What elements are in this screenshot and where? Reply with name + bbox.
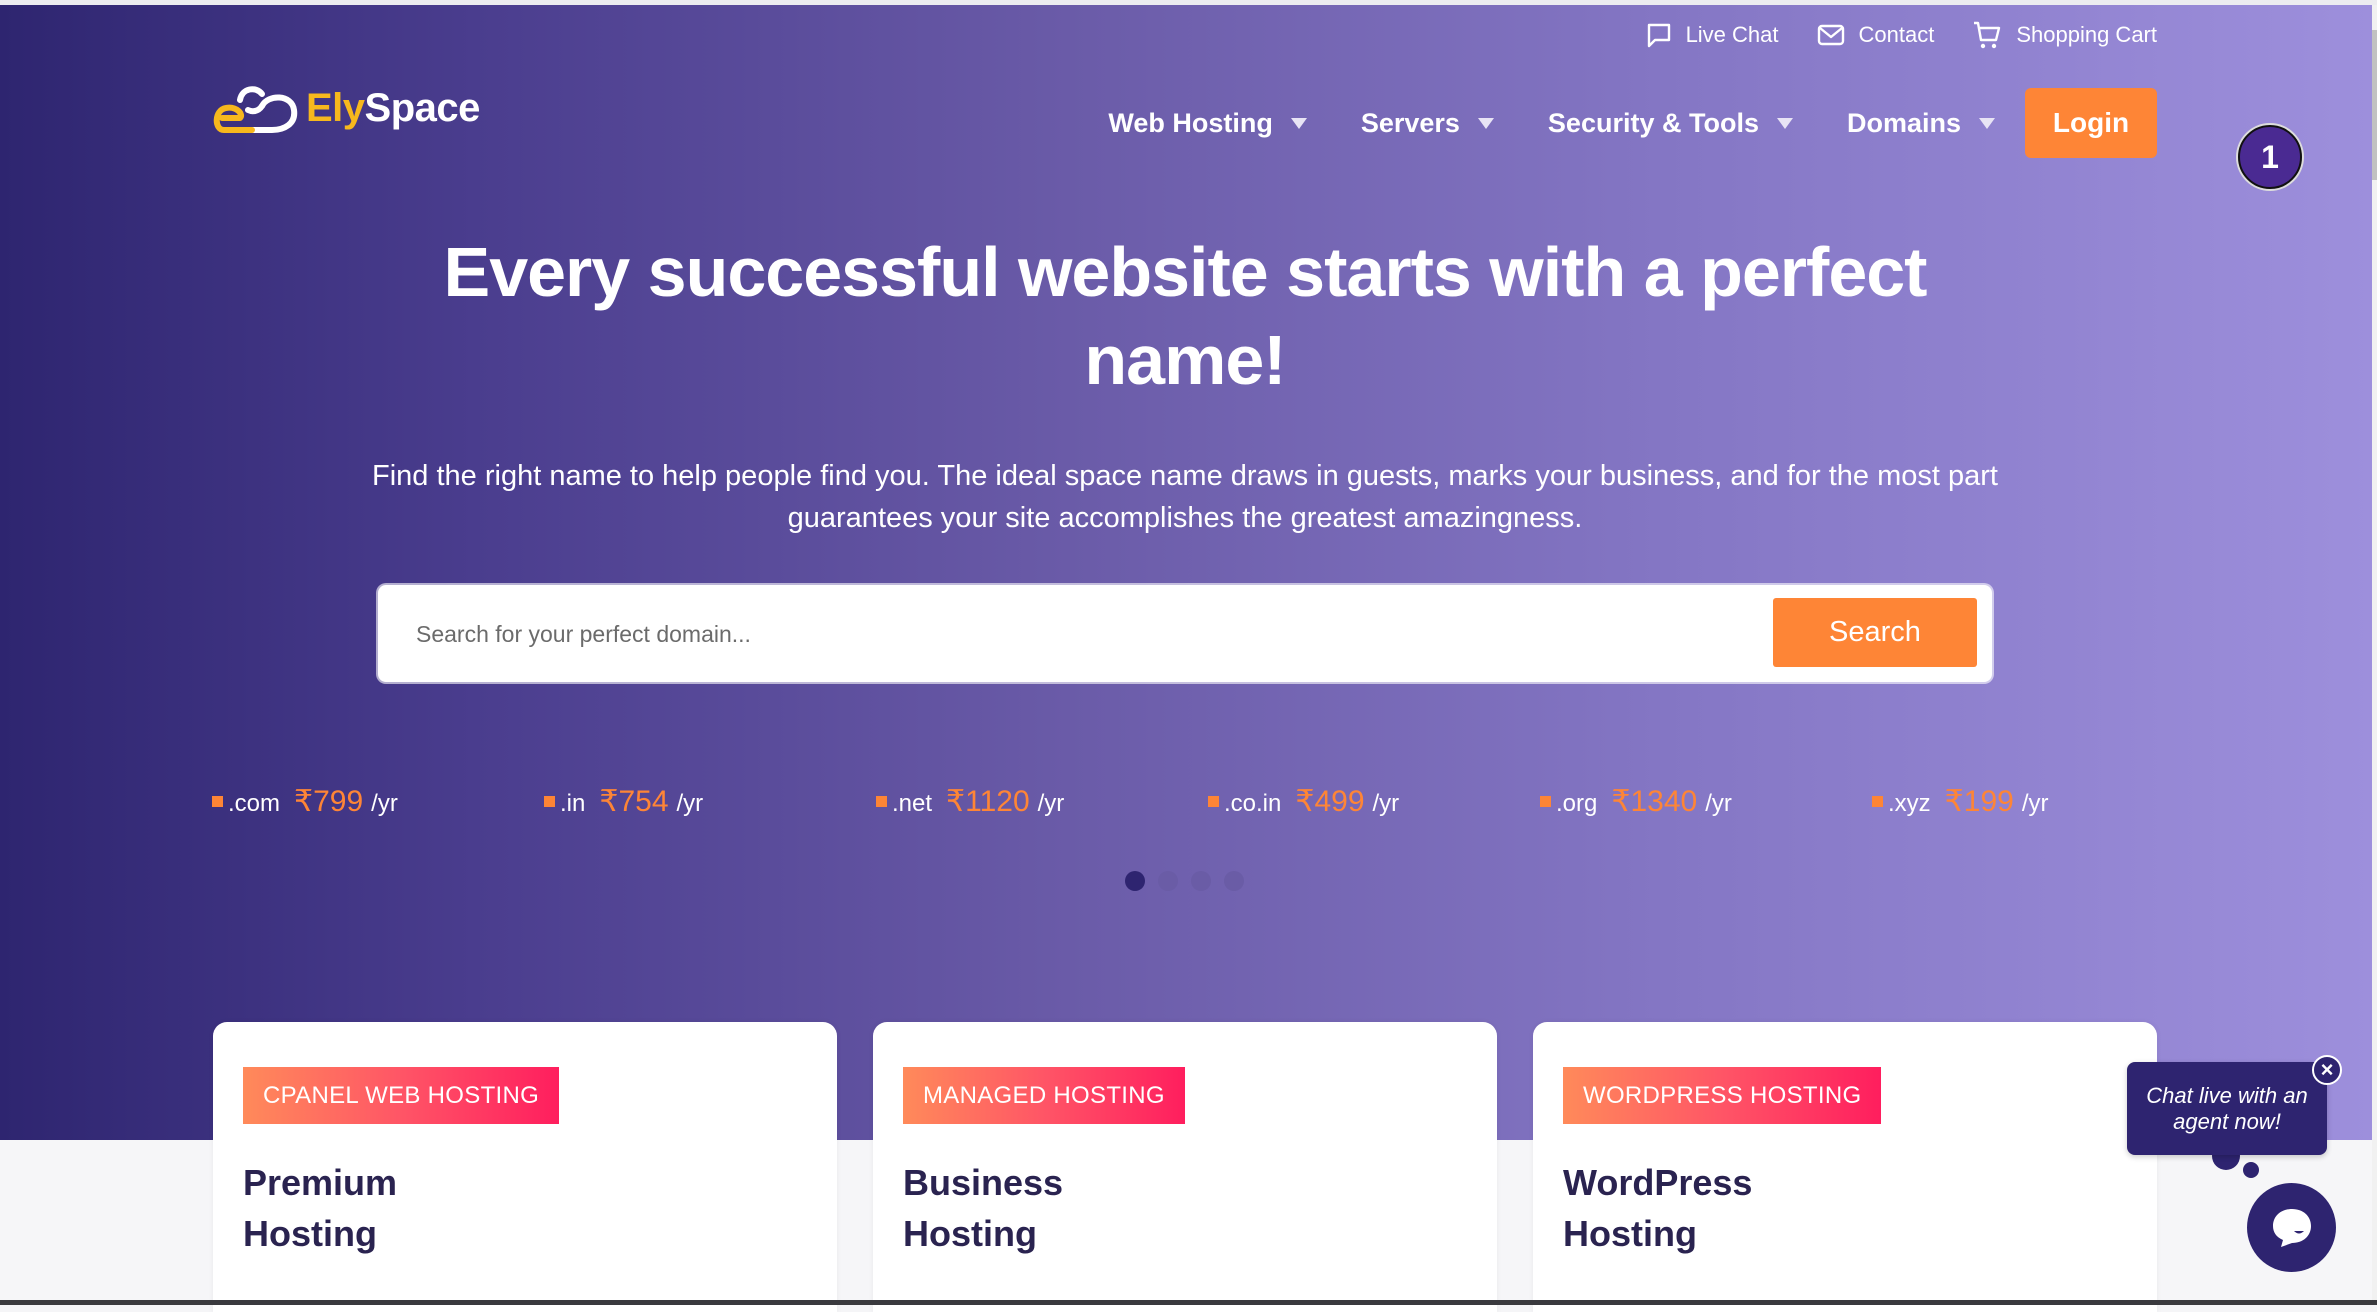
- hosting-card-premium[interactable]: CPANEL WEB HOSTING Premium Hosting: [213, 1022, 837, 1312]
- card-category-tag: CPANEL WEB HOSTING: [243, 1067, 560, 1124]
- nav-web-hosting-label: Web Hosting: [1108, 107, 1273, 138]
- hosting-card-wordpress[interactable]: WORDPRESS HOSTING WordPress Hosting: [1533, 1022, 2157, 1312]
- nav-domains-label: Domains: [1846, 107, 1961, 138]
- nav-servers-label: Servers: [1360, 107, 1460, 138]
- domain-ext: .net: [892, 790, 933, 817]
- bullet-square-icon: [544, 796, 555, 807]
- domain-price: ₹799: [294, 785, 364, 818]
- live-chat-label: Live Chat: [1685, 22, 1779, 47]
- domain-price-item[interactable]: .com ₹799 /yr: [212, 784, 544, 819]
- live-chat-link[interactable]: Live Chat: [1646, 22, 1779, 48]
- logo-text-ely: Ely: [306, 85, 365, 130]
- domain-period: /yr: [1037, 790, 1065, 817]
- domain-period: /yr: [1705, 790, 1732, 817]
- chat-smile-icon: [2272, 1208, 2311, 1247]
- contact-label: Contact: [1858, 22, 1935, 47]
- caret-down-icon: [1776, 117, 1793, 129]
- domain-price: ₹199: [1944, 785, 2014, 818]
- nav-security-tools[interactable]: Security & Tools: [1548, 108, 1793, 139]
- cloud-logo-icon: [213, 86, 298, 133]
- bullet-square-icon: [1208, 796, 1219, 807]
- cart-icon: [1974, 21, 2001, 49]
- domain-ext: .co.in: [1224, 790, 1282, 817]
- contact-link[interactable]: Contact: [1817, 22, 1935, 48]
- domain-price-item[interactable]: .xyz ₹199 /yr: [1872, 784, 2204, 819]
- domain-price-item[interactable]: .in ₹754 /yr: [544, 784, 876, 819]
- card-category-tag: MANAGED HOSTING: [903, 1067, 1185, 1124]
- chat-bubble-tail: [2243, 1162, 2259, 1178]
- carousel-dot[interactable]: [1158, 871, 1178, 891]
- domain-price-item[interactable]: .co.in ₹499 /yr: [1208, 784, 1540, 819]
- chat-invite-bubble[interactable]: Chat live with an agent now!: [2127, 1062, 2327, 1155]
- page-scrollbar[interactable]: [2372, 5, 2377, 1300]
- logo-text-space: Space: [364, 85, 481, 130]
- hero-subtitle: Find the right name to help people find …: [372, 460, 1998, 534]
- card-title: Business Hosting: [903, 1162, 1064, 1254]
- carousel-dot[interactable]: [1125, 871, 1145, 891]
- nav-security-tools-label: Security & Tools: [1547, 107, 1759, 138]
- logo-text: ElySpace: [306, 86, 480, 131]
- elyspace-logo[interactable]: ElySpace: [212, 80, 480, 136]
- bullet-square-icon: [876, 796, 887, 807]
- hero-section: [0, 5, 2372, 1140]
- bullet-square-icon: [1540, 796, 1551, 807]
- close-icon[interactable]: ×: [2312, 1055, 2342, 1085]
- hero-title: Every successful website starts with a p…: [443, 233, 1928, 399]
- carousel-dot[interactable]: [1224, 871, 1244, 891]
- bullet-square-icon: [212, 796, 223, 807]
- main-nav: Web Hosting Servers Security & Tools Dom…: [1108, 88, 2157, 158]
- domain-search-box: Search: [378, 585, 1992, 682]
- shopping-cart-link[interactable]: Shopping Cart: [1972, 20, 2157, 50]
- login-button[interactable]: Login: [2025, 88, 2157, 158]
- carousel-dots: [1125, 871, 1244, 891]
- scrollbar-thumb[interactable]: [2372, 30, 2377, 180]
- search-button[interactable]: Search: [1773, 598, 1977, 667]
- domain-price: ₹754: [599, 785, 669, 818]
- carousel-dot[interactable]: [1191, 871, 1211, 891]
- caret-down-icon: [1979, 117, 1995, 129]
- domain-period: /yr: [2021, 790, 2049, 817]
- domain-price: ₹1340: [1611, 785, 1698, 818]
- chat-bubble-icon: [1647, 23, 1670, 48]
- domain-period: /yr: [371, 790, 398, 817]
- nav-web-hosting[interactable]: Web Hosting: [1108, 108, 1307, 139]
- caret-down-icon: [1477, 117, 1494, 129]
- notification-badge[interactable]: 1: [2238, 125, 2302, 189]
- utility-bar: Live Chat Contact Shopping Cart: [1646, 20, 2157, 50]
- domain-price-item[interactable]: .net ₹1120 /yr: [876, 784, 1208, 819]
- hosting-card-business[interactable]: MANAGED HOSTING Business Hosting: [873, 1022, 1497, 1312]
- domain-price: ₹1120: [946, 785, 1030, 818]
- envelope-icon: [1817, 24, 1844, 46]
- window-bottom-edge: [0, 1300, 2377, 1305]
- domain-price: ₹499: [1295, 785, 1365, 818]
- shopping-cart-label: Shopping Cart: [2016, 22, 2157, 47]
- bullet-square-icon: [1872, 796, 1883, 807]
- domain-period: /yr: [676, 790, 704, 817]
- domain-period: /yr: [1372, 790, 1400, 817]
- nav-domains[interactable]: Domains: [1847, 108, 1995, 139]
- card-title: WordPress Hosting: [1563, 1162, 1753, 1254]
- card-title: Premium Hosting: [243, 1162, 398, 1254]
- domain-ext: .in: [560, 790, 586, 817]
- nav-servers[interactable]: Servers: [1361, 108, 1494, 139]
- domain-ext: .org: [1556, 790, 1598, 817]
- domain-search-input[interactable]: [414, 607, 1718, 661]
- caret-down-icon: [1290, 117, 1307, 129]
- card-category-tag: WORDPRESS HOSTING: [1563, 1067, 1882, 1124]
- domain-ext: .com: [228, 790, 281, 817]
- domain-price-list: .com ₹799 /yr .in ₹754 /yr .net ₹1120 /y…: [212, 784, 2204, 819]
- domain-price-item[interactable]: .org ₹1340 /yr: [1540, 784, 1872, 819]
- domain-ext: .xyz: [1888, 790, 1931, 817]
- chat-launcher-button[interactable]: [2247, 1183, 2336, 1272]
